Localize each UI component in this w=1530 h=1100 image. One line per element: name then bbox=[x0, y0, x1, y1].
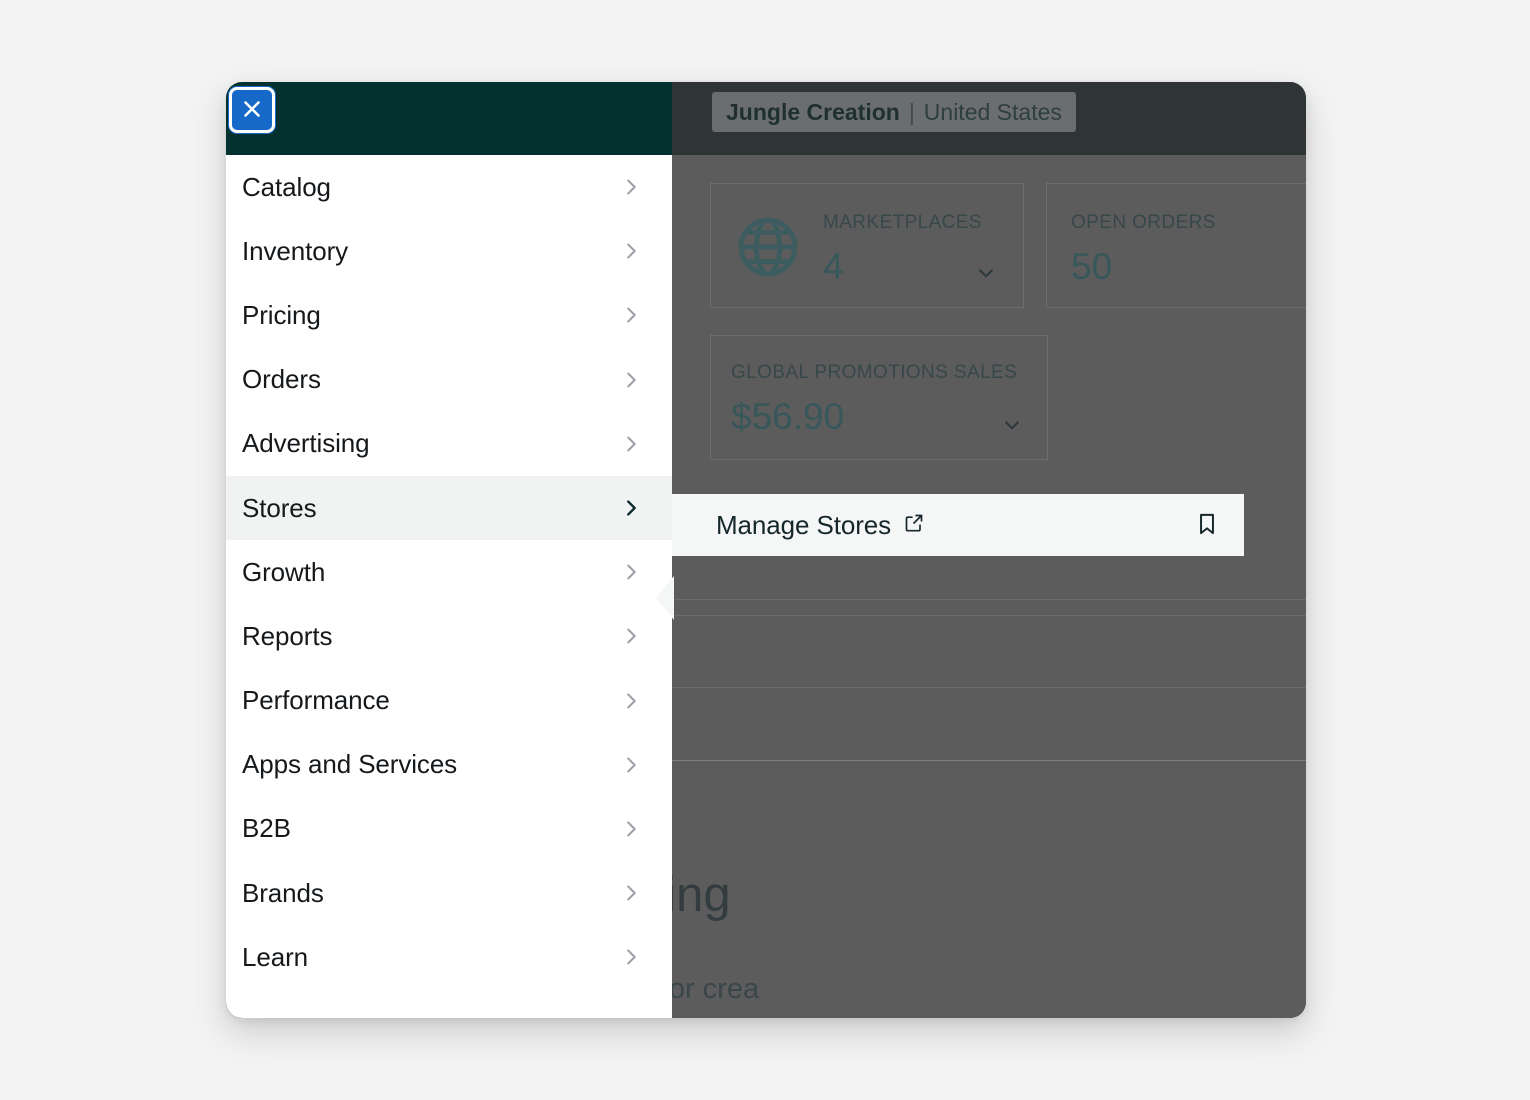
submenu-item-label: Manage Stores bbox=[716, 509, 892, 540]
sidebar-item-advertising[interactable]: Advertising bbox=[226, 411, 672, 476]
kpi-value-open-orders: 50 bbox=[1071, 246, 1113, 287]
sidebar-item-label: Brands bbox=[242, 877, 324, 908]
sidebar-item-apps-and-services[interactable]: Apps and Services bbox=[226, 732, 672, 797]
sidebar-item-label: Catalog bbox=[242, 171, 331, 202]
sidebar-item-growth[interactable]: Growth bbox=[226, 540, 672, 605]
kpi-value-global-promotions-sales: $56.90 bbox=[731, 396, 845, 437]
navigation-menu-header bbox=[226, 82, 672, 155]
sidebar-item-label: Performance bbox=[242, 685, 390, 716]
kpi-label-open-orders: OPEN ORDERS bbox=[1071, 212, 1216, 233]
chevron-down-icon[interactable] bbox=[999, 412, 1025, 438]
chevron-right-icon bbox=[620, 882, 642, 904]
bookmark-button[interactable] bbox=[1194, 511, 1220, 540]
bookmark-icon bbox=[1194, 511, 1220, 540]
chevron-right-icon bbox=[620, 304, 642, 326]
sidebar-item-label: Advertising bbox=[242, 428, 370, 459]
navigation-items-list: Catalog Inventory Pricing Orders Adverti… bbox=[226, 155, 672, 1018]
submenu-panel-stores: Manage Stores bbox=[672, 494, 1244, 556]
chevron-right-icon bbox=[620, 946, 642, 968]
chevron-right-icon bbox=[620, 433, 642, 455]
close-menu-button[interactable] bbox=[232, 90, 272, 130]
external-link-icon bbox=[902, 511, 926, 540]
sidebar-item-stores[interactable]: Stores bbox=[226, 475, 672, 541]
chevron-right-icon bbox=[620, 625, 642, 647]
sidebar-item-label: Stores bbox=[242, 492, 317, 523]
chevron-right-icon bbox=[620, 754, 642, 776]
store-switcher-name: Jungle Creation bbox=[726, 98, 900, 125]
sidebar-item-catalog[interactable]: Catalog bbox=[226, 155, 672, 220]
sidebar-item-label: B2B bbox=[242, 813, 291, 844]
sidebar-item-label: Growth bbox=[242, 556, 326, 587]
chevron-right-icon bbox=[620, 497, 642, 519]
kpi-card-open-orders[interactable]: OPEN ORDERS 50 bbox=[1046, 183, 1306, 308]
sidebar-item-label: Reports bbox=[242, 620, 333, 651]
sidebar-item-label: Orders bbox=[242, 364, 321, 395]
store-switcher-country: United States bbox=[923, 98, 1062, 125]
sidebar-item-performance[interactable]: Performance bbox=[226, 668, 672, 733]
chevron-right-icon bbox=[620, 818, 642, 840]
sidebar-item-b2b[interactable]: B2B bbox=[226, 796, 672, 862]
store-switcher-separator: | bbox=[908, 98, 915, 125]
chevron-right-icon bbox=[620, 690, 642, 712]
close-icon bbox=[239, 96, 265, 125]
chevron-down-icon[interactable] bbox=[973, 260, 999, 286]
sidebar-item-label: Apps and Services bbox=[242, 749, 458, 780]
sidebar-item-brands[interactable]: Brands bbox=[226, 861, 672, 926]
app-window: Jungle Creation | United States MARKETPL… bbox=[226, 82, 1306, 1018]
chevron-right-icon bbox=[620, 240, 642, 262]
chevron-right-icon bbox=[620, 561, 642, 583]
kpi-label-global-promotions-sales: GLOBAL PROMOTIONS SALES bbox=[731, 362, 1018, 383]
kpi-value-marketplaces: 4 bbox=[823, 246, 844, 287]
main-navigation-menu: Catalog Inventory Pricing Orders Adverti… bbox=[226, 82, 672, 1018]
sidebar-item-pricing[interactable]: Pricing bbox=[226, 283, 672, 348]
kpi-card-marketplaces[interactable]: MARKETPLACES 4 bbox=[710, 183, 1024, 308]
chevron-right-icon bbox=[620, 176, 642, 198]
globe-icon bbox=[733, 212, 803, 282]
sidebar-item-learn[interactable]: Learn bbox=[226, 925, 672, 990]
store-switcher[interactable]: Jungle Creation | United States bbox=[712, 92, 1076, 132]
sidebar-item-reports[interactable]: Reports bbox=[226, 604, 672, 669]
sidebar-item-orders[interactable]: Orders bbox=[226, 347, 672, 412]
kpi-card-global-promotions-sales[interactable]: GLOBAL PROMOTIONS SALES $56.90 bbox=[710, 335, 1048, 460]
submenu-pointer-triangle bbox=[656, 576, 674, 620]
sidebar-item-inventory[interactable]: Inventory bbox=[226, 219, 672, 284]
kpi-label-marketplaces: MARKETPLACES bbox=[823, 212, 982, 233]
chevron-right-icon bbox=[620, 369, 642, 391]
sidebar-item-label: Learn bbox=[242, 941, 308, 972]
sidebar-item-label: Pricing bbox=[242, 299, 321, 330]
sidebar-item-label: Inventory bbox=[242, 235, 349, 266]
submenu-item-manage-stores[interactable]: Manage Stores bbox=[716, 510, 926, 541]
